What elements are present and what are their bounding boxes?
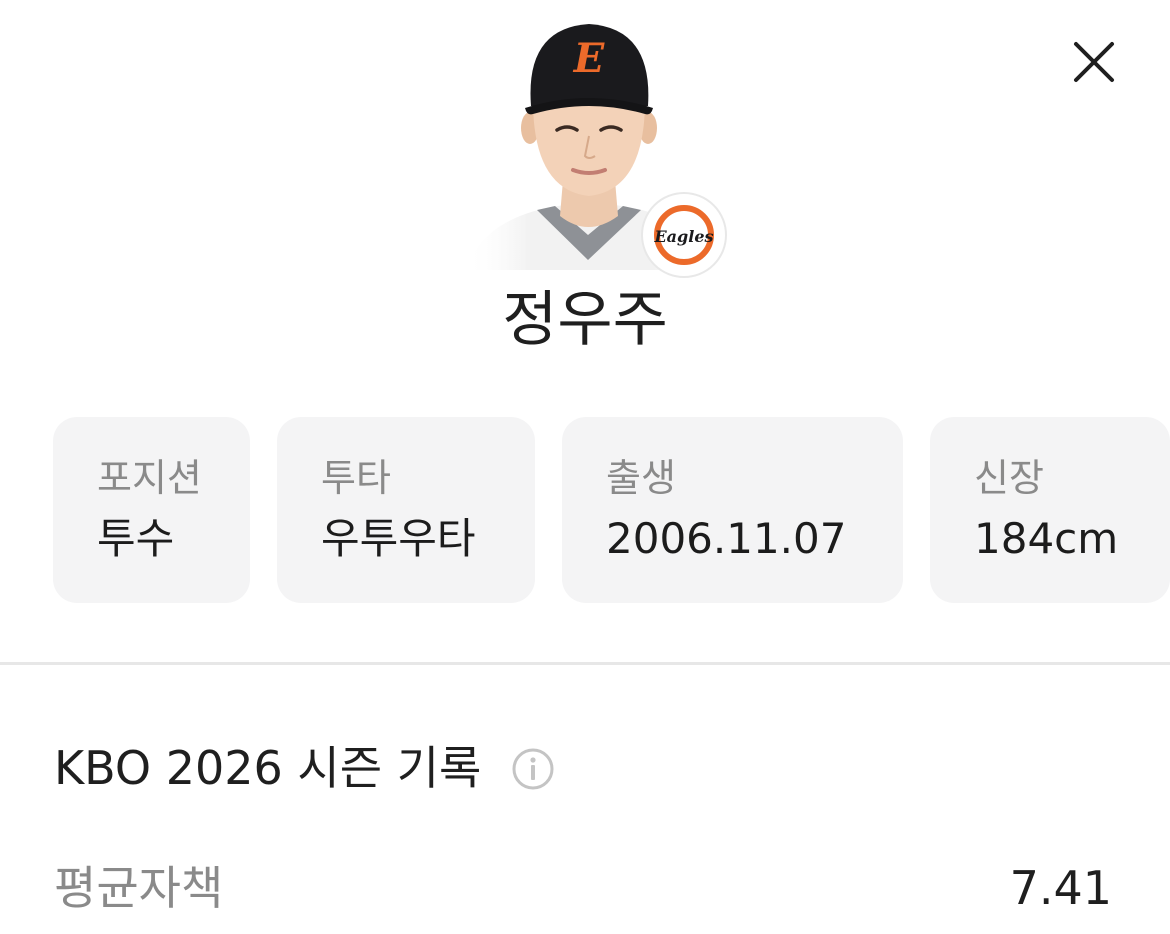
- info-card-label: 포지션: [97, 456, 202, 500]
- season-info-button[interactable]: [511, 747, 555, 791]
- team-logo-text: Eagles: [653, 227, 713, 246]
- info-icon: [512, 748, 554, 790]
- info-card-height: 신장 184cm: [930, 417, 1170, 603]
- info-card-value: 2006.11.07: [606, 514, 847, 563]
- info-card-value: 우투우타: [321, 514, 476, 563]
- info-card-birth: 출생 2006.11.07: [562, 417, 903, 603]
- stat-label: 평균자책: [54, 861, 224, 915]
- info-card-label: 출생: [606, 456, 676, 500]
- player-profile: E Eagles 정우주: [0, 0, 1170, 380]
- section-divider: [0, 662, 1170, 665]
- info-card-value: 투수: [97, 514, 175, 563]
- info-card-label: 투타: [321, 456, 391, 500]
- cap-letter: E: [573, 35, 605, 82]
- stat-value: 7.41: [1009, 861, 1112, 915]
- team-logo-icon: Eagles: [653, 205, 714, 265]
- team-logo-badge: Eagles: [641, 192, 727, 278]
- player-name: 정우주: [502, 285, 668, 355]
- info-card-value: 184cm: [974, 514, 1119, 563]
- player-info-cards: 포지션 투수 투타 우투우타 출생 2006.11.07 신장 184cm: [0, 417, 1170, 603]
- info-card-bats-throws: 투타 우투우타: [277, 417, 535, 603]
- stat-row-era: 평균자책 7.41: [0, 856, 1170, 926]
- info-card-position: 포지션 투수: [53, 417, 250, 603]
- info-card-label: 신장: [974, 456, 1044, 500]
- season-record-title: KBO 2026 시즌 기록: [54, 741, 482, 795]
